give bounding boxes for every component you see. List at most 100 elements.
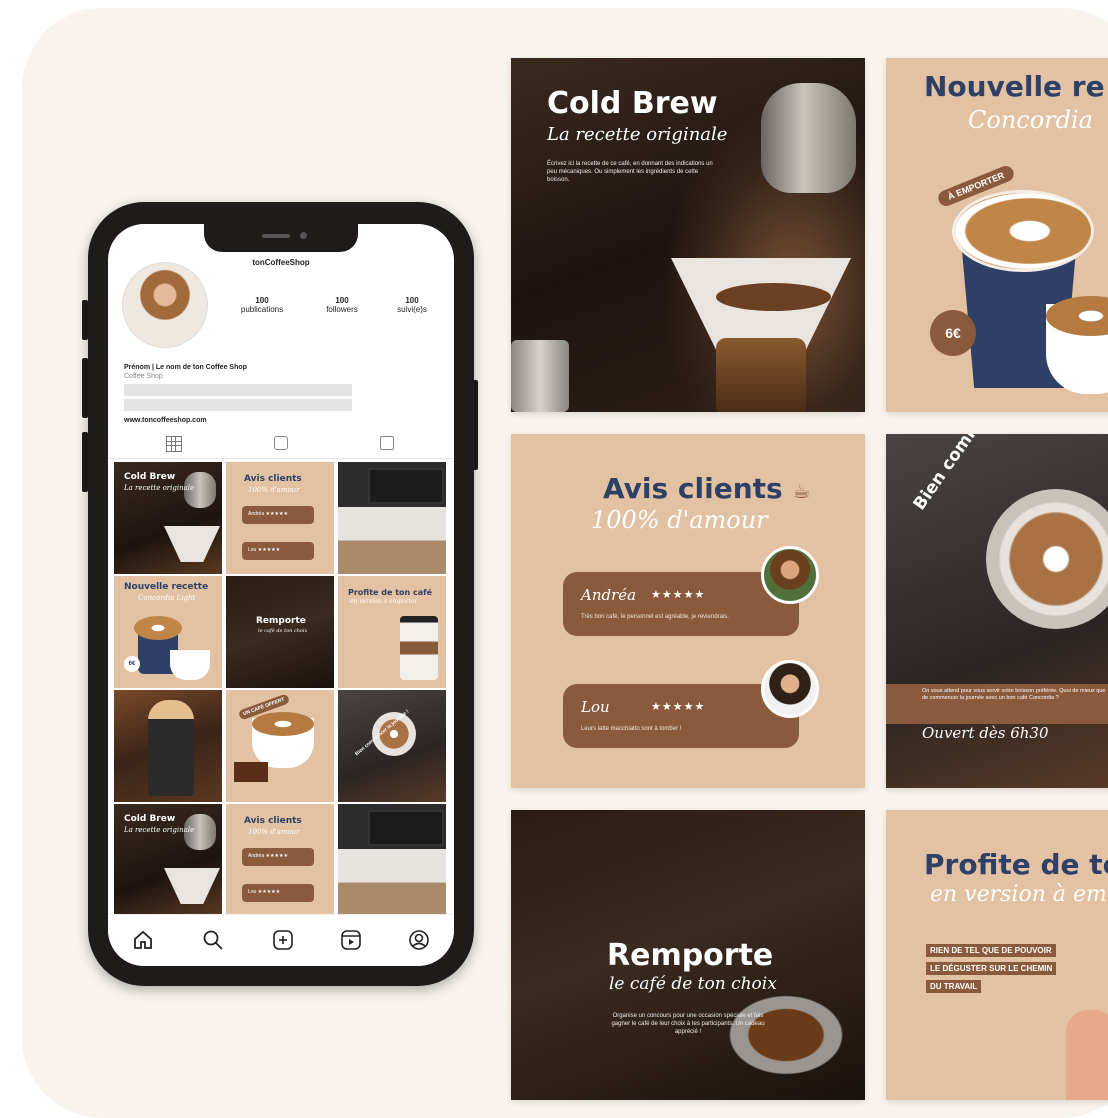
- phone-screen: tonCoffeeShop 100 publications 100 followe…: [108, 224, 454, 966]
- post-subtitle: le café de ton choix: [258, 628, 308, 634]
- profile-icon[interactable]: [408, 929, 430, 951]
- grid-icon[interactable]: [166, 436, 182, 452]
- post-title: Remporte: [256, 616, 306, 626]
- price-badge: 6€: [930, 310, 976, 356]
- latte-art: [252, 712, 314, 736]
- tile-avis-clients[interactable]: Avis clients ☕ 100% d'amour Andréa ★★★★★…: [511, 434, 865, 788]
- grid-post[interactable]: Bien commencer la journée !: [338, 690, 446, 802]
- tile-profite[interactable]: Profite de to en version à em RIEN DE TE…: [886, 810, 1108, 1100]
- tile-title: Cold Brew: [547, 86, 718, 121]
- hand-shape: [1066, 1010, 1108, 1100]
- avatar: [761, 660, 819, 718]
- grid-post[interactable]: [338, 804, 446, 916]
- banner-line: DU TRAVAIL: [926, 980, 982, 993]
- grid-post[interactable]: Avis clients 100% d'amour Andréa ★★★★★ L…: [226, 462, 334, 574]
- stat-value: 100: [335, 296, 349, 305]
- grid-post[interactable]: Profite de ton café en version à emporte…: [338, 576, 446, 688]
- review-stars: ★★★★★: [651, 589, 706, 601]
- chocolate-shape: [234, 762, 268, 782]
- cup-icon: ☕: [792, 479, 811, 503]
- review-bubble: Andréa ★★★★★: [242, 506, 314, 524]
- tile-subtitle: 100% d'amour: [591, 506, 768, 534]
- cup-shape: [511, 340, 569, 412]
- stat-label: publications: [240, 305, 284, 314]
- menu-board: [368, 468, 444, 504]
- kettle-shape: [761, 83, 856, 193]
- search-icon[interactable]: [202, 929, 224, 951]
- bio-placeholder: [124, 399, 352, 411]
- barista-shape: [148, 700, 194, 796]
- stat-publications[interactable]: 100 publications: [232, 296, 292, 314]
- stat-label: followers: [326, 305, 358, 314]
- phone-notch: [204, 224, 358, 252]
- tile-title: Avis clients ☕: [603, 472, 810, 505]
- post-subtitle: 100% d'amour: [248, 828, 300, 836]
- tile-cold-brew[interactable]: Cold Brew La recette originale Écrivez i…: [511, 58, 865, 412]
- tile-subtitle: La recette originale: [547, 124, 728, 145]
- tile-nouvelle-recette[interactable]: Nouvelle re Concordia À EMPORTER 6€: [886, 58, 1108, 412]
- stat-followers[interactable]: 100 followers: [312, 296, 372, 314]
- post-subtitle: 100% d'amour: [248, 486, 300, 494]
- add-icon[interactable]: [272, 929, 294, 951]
- tab-divider: [108, 458, 454, 459]
- reels-icon[interactable]: [274, 436, 288, 450]
- bio-placeholder: [124, 384, 352, 396]
- review-stars: ★★★★★: [651, 701, 706, 713]
- bottom-nav: [108, 914, 454, 966]
- avatar[interactable]: [122, 262, 208, 348]
- tile-title-text: Avis clients: [603, 472, 783, 505]
- banner: RIEN DE TEL QUE DE POUVOIR LE DÉGUSTER S…: [926, 940, 1096, 994]
- post-title: Avis clients: [244, 474, 302, 484]
- review-bubble: Lou ★★★★★: [242, 884, 314, 902]
- review-text: Andréa ★★★★★: [248, 853, 288, 859]
- post-title: Avis clients: [244, 816, 302, 826]
- tile-remporte[interactable]: Remporte le café de ton choix Organise u…: [511, 810, 865, 1100]
- post-subtitle: La recette originale: [124, 826, 195, 834]
- tile-title: Remporte: [607, 938, 774, 973]
- grid-post[interactable]: Cold Brew La recette originale: [114, 462, 222, 574]
- carafe-shape: [716, 338, 806, 412]
- review-text: Leurs latte macchiatto sont à tomber !: [581, 726, 682, 732]
- review-text: Andréa ★★★★★: [248, 511, 288, 517]
- grid-post[interactable]: Remporte le café de ton choix: [226, 576, 334, 688]
- grid-post[interactable]: UN CAFÉ OFFERT: [226, 690, 334, 802]
- grid-post[interactable]: Cold Brew La recette originale: [114, 804, 222, 916]
- filter-shape: [164, 526, 220, 562]
- menu-board: [368, 810, 444, 846]
- banner-line: LE DÉGUSTER SUR LE CHEMIN: [926, 962, 1057, 975]
- profile-website[interactable]: www.toncoffeeshop.com: [124, 417, 207, 424]
- home-icon[interactable]: [132, 929, 154, 951]
- post-subtitle: La recette originale: [124, 484, 195, 492]
- takeaway-cup: [400, 616, 438, 680]
- profile-category: Coffee Shop: [124, 373, 163, 380]
- post-title: Cold Brew: [124, 814, 176, 824]
- stat-value: 100: [405, 296, 419, 305]
- reviewer-name: Lou: [581, 698, 610, 716]
- post-title: Nouvelle recette: [124, 582, 209, 592]
- tile-subtitle: le café de ton choix: [609, 974, 777, 994]
- posts-grid: Cold Brew La recette originale Avis clie…: [114, 462, 448, 922]
- phone-mockup: tonCoffeeShop 100 publications 100 followe…: [88, 202, 474, 986]
- grid-post[interactable]: [114, 690, 222, 802]
- reels-nav-icon[interactable]: [340, 929, 362, 951]
- banner-line: RIEN DE TEL QUE DE POUVOIR: [926, 944, 1056, 957]
- latte-art: [952, 190, 1094, 272]
- tile-title: Profite de to: [924, 848, 1108, 881]
- tile-title: Nouvelle re: [924, 70, 1105, 103]
- post-subtitle: Concordia Light: [138, 594, 196, 602]
- review-text: Très bon café, le personnel est agréable…: [581, 614, 729, 620]
- review-bubble: Andréa ★★★★★: [242, 848, 314, 866]
- tile-body: Écrivez ici la recette de ce café, en do…: [547, 161, 713, 183]
- stat-following[interactable]: 100 suivi(e)s: [382, 296, 442, 314]
- coffee-cup-top: [986, 489, 1108, 629]
- tile-bien-commencer[interactable]: Bien commencer la jou On vous attend pou…: [886, 434, 1108, 788]
- grid-post[interactable]: Nouvelle recette Concordia Light 6€: [114, 576, 222, 688]
- avatar: [761, 546, 819, 604]
- tagged-icon[interactable]: [380, 436, 394, 450]
- review-bubble: Lou ★★★★★: [242, 542, 314, 560]
- tile-subtitle: Concordia: [968, 106, 1093, 134]
- grid-post[interactable]: [338, 462, 446, 574]
- post-subtitle: en version à emporter: [350, 598, 418, 605]
- post-title: Profite de ton café: [348, 588, 433, 597]
- grid-post[interactable]: Avis clients 100% d'amour Andréa ★★★★★ L…: [226, 804, 334, 916]
